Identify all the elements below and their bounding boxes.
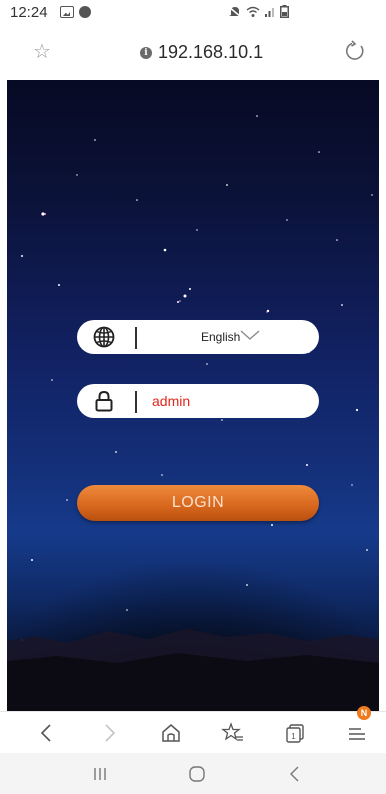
mountain-silhouette [7, 629, 379, 711]
login-button[interactable]: LOGIN [77, 485, 319, 521]
globe-icon [93, 326, 115, 348]
lock-icon [95, 390, 113, 412]
login-page: English admin LOGIN [7, 80, 379, 711]
recents-icon[interactable] [88, 763, 112, 785]
url-text[interactable]: 192.168.10.1 [158, 42, 263, 63]
language-value: English [201, 330, 241, 344]
field-divider [135, 327, 137, 349]
home-icon[interactable] [158, 721, 184, 745]
star-icon[interactable]: ☆ [33, 42, 51, 62]
wifi-icon [246, 6, 260, 17]
battery-icon [280, 5, 289, 18]
language-select[interactable]: English [77, 320, 319, 354]
home-circle-icon[interactable] [185, 763, 209, 785]
field-divider [135, 391, 137, 413]
notification-dot-icon [79, 6, 91, 18]
forward-icon[interactable] [96, 721, 122, 745]
chevron-down-icon[interactable] [239, 329, 261, 341]
password-value[interactable]: admin [152, 393, 190, 409]
signal-icon [265, 7, 274, 17]
url-field[interactable]: i 192.168.10.1 [140, 42, 263, 63]
tabs-icon[interactable]: 1 [282, 721, 308, 745]
status-right-icons [228, 5, 289, 18]
info-icon[interactable]: i [140, 46, 152, 59]
notification-badge: N [357, 706, 371, 720]
status-bar: 12:24 [0, 0, 386, 28]
svg-text:1: 1 [291, 732, 296, 741]
status-time: 12:24 [10, 4, 48, 21]
system-navbar [0, 753, 386, 794]
silent-icon [228, 5, 242, 18]
back-icon[interactable] [283, 763, 307, 785]
url-bar[interactable]: ☆ i 192.168.10.1 [0, 28, 386, 80]
bookmarks-icon[interactable] [220, 721, 246, 745]
menu-icon[interactable] [344, 721, 370, 745]
reload-icon[interactable] [344, 40, 366, 62]
back-icon[interactable] [34, 721, 60, 745]
gallery-icon [60, 6, 74, 18]
browser-toolbar: 1 [0, 711, 386, 753]
password-field[interactable]: admin [77, 384, 319, 418]
